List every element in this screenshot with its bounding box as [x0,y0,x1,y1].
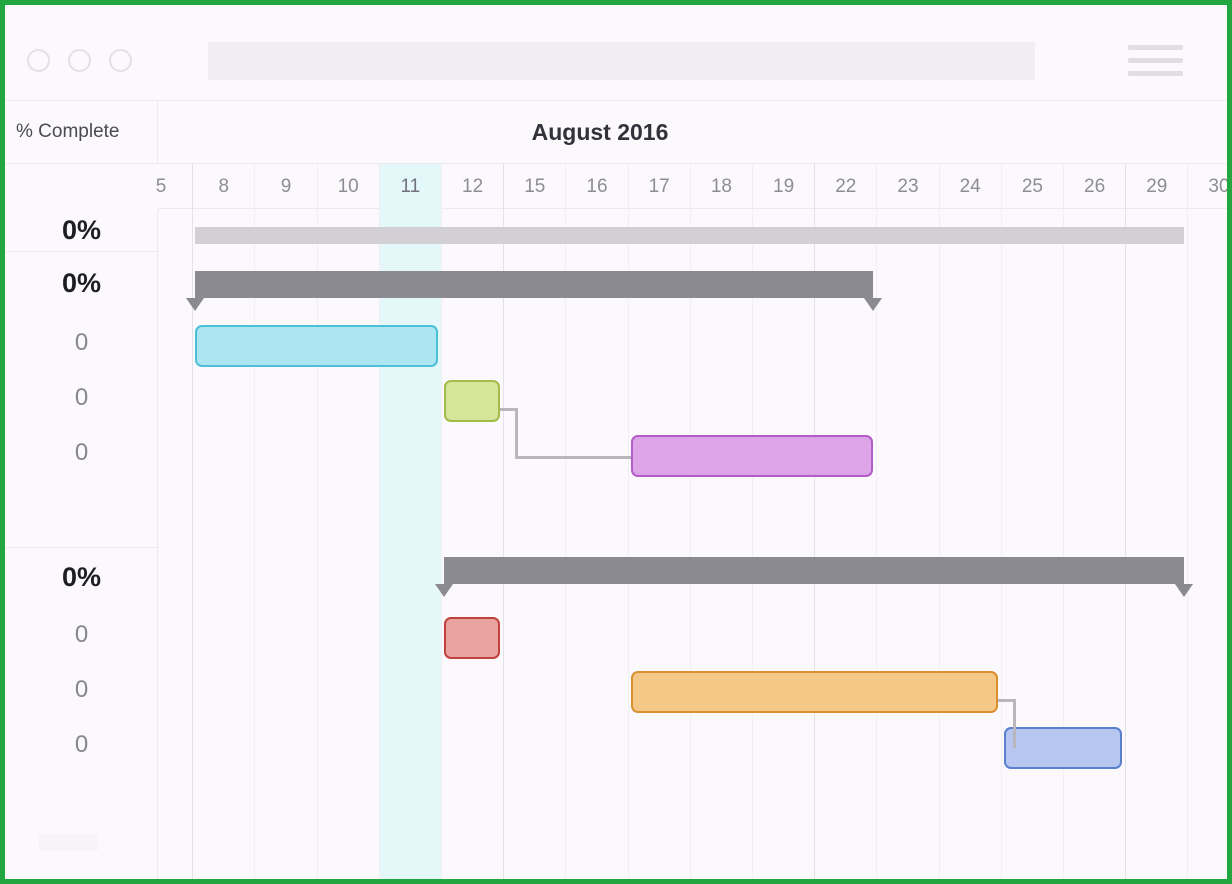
day-column-header-16[interactable]: 16 [565,164,627,209]
percent-complete-cell-9[interactable]: 0 [5,717,158,772]
timeline-day-scale: 5 8 9 10 11 12 15 16 17 18 19 22 23 24 25 26 29 30 [156,164,1227,209]
gridline-25 [1000,209,1002,879]
day-column-header-23[interactable]: 23 [876,164,938,209]
window-toolbar [5,5,1227,101]
day-column-header-25[interactable]: 25 [1000,164,1063,209]
dependency-task-b-task-c-seg-down [515,408,519,456]
row-divider-0 [5,251,158,252]
gridline-22 [814,209,816,879]
row-divider-1 [5,547,158,548]
gantt-window: % Complete August 2016 5 8 9 10 11 12 15 16 17 18… [0,0,1232,884]
gridline-9 [254,209,256,879]
gantt-bar-task-c[interactable] [630,435,874,477]
gridline-17 [627,209,629,879]
gantt-bar-task-d[interactable] [444,617,501,659]
minimize-dot-icon[interactable] [68,49,91,72]
percent-complete-cell-2[interactable]: 0 [5,315,158,370]
gridline-11 [378,209,380,879]
day-column-header-10[interactable]: 10 [316,164,379,209]
day-column-header-26[interactable]: 26 [1063,164,1125,209]
dependency-task-e-task-f-seg-out [997,699,1013,702]
gridline-16 [565,209,567,879]
day-column-header-30[interactable]: 30 [1187,164,1227,209]
gridline-19 [752,209,753,879]
gridline-30 [1187,209,1189,879]
chart-header: % Complete August 2016 [5,101,1227,164]
maximize-dot-icon[interactable] [109,49,132,72]
day-column-header-15[interactable]: 15 [503,164,565,209]
summary-cap-left [186,298,205,311]
dependency-task-b-task-c-seg-out [500,408,516,411]
search-input[interactable] [208,42,1035,80]
gantt-bar-task-b[interactable] [444,380,501,422]
gridline-10 [316,209,318,879]
dependency-task-b-task-c-seg-in [515,456,631,459]
day-column-header-12[interactable]: 12 [441,164,503,209]
day-column-header-9[interactable]: 9 [254,164,316,209]
percent-complete-cell-8[interactable]: 0 [5,662,158,717]
close-dot-icon[interactable] [27,49,50,72]
window-controls [27,49,132,72]
day-column-header-22[interactable]: 22 [814,164,876,209]
percent-complete-cell-7[interactable]: 0 [5,607,158,662]
summary-cap-right [1175,584,1194,597]
day-column-header-19[interactable]: 19 [752,164,814,209]
percent-complete-cell-3[interactable]: 0 [5,370,158,425]
day-column-header-17[interactable]: 17 [627,164,690,209]
placeholder-text-block [39,834,98,851]
day-column-header-29[interactable]: 29 [1125,164,1187,209]
day-column-header-8[interactable]: 8 [192,164,254,209]
gridline-26 [1063,209,1064,879]
today-highlight-band [378,209,441,879]
gantt-bar-project-summary[interactable] [195,227,1185,244]
percent-column-header: % Complete [5,101,158,163]
hamburger-menu-icon[interactable] [1128,45,1183,76]
gridline-15 [503,209,505,879]
dependency-task-e-task-f-seg-down [1012,699,1016,748]
gantt-grid [158,209,1227,879]
gantt-bar-phase-2-summary[interactable] [444,557,1185,584]
gridline-12 [441,209,442,879]
day-column-header-11[interactable]: 11 [378,164,441,209]
percent-complete-column: 0% 0% 0 0 0 0% 0 0 0 [5,209,158,879]
percent-complete-cell-0[interactable]: 0% [5,209,158,251]
percent-complete-cell-6[interactable]: 0% [5,547,158,607]
gridline-29 [1125,209,1127,879]
percent-complete-cell-1[interactable]: 0% [5,251,158,315]
gantt-bar-phase-1-summary[interactable] [195,271,874,298]
summary-cap-right [864,298,883,311]
gridline-24 [938,209,940,879]
month-title: August 2016 [531,118,669,145]
gridline-18 [689,209,691,879]
gantt-bar-task-e[interactable] [630,671,998,713]
day-column-header-24[interactable]: 24 [938,164,1001,209]
gantt-bar-task-a[interactable] [195,325,438,367]
gantt-bar-task-f[interactable] [1003,727,1123,769]
summary-cap-left [435,584,453,597]
day-column-header-18[interactable]: 18 [689,164,752,209]
percent-complete-cell-4[interactable]: 0 [5,425,158,480]
day-column-header-5[interactable]: 5 [130,164,192,209]
